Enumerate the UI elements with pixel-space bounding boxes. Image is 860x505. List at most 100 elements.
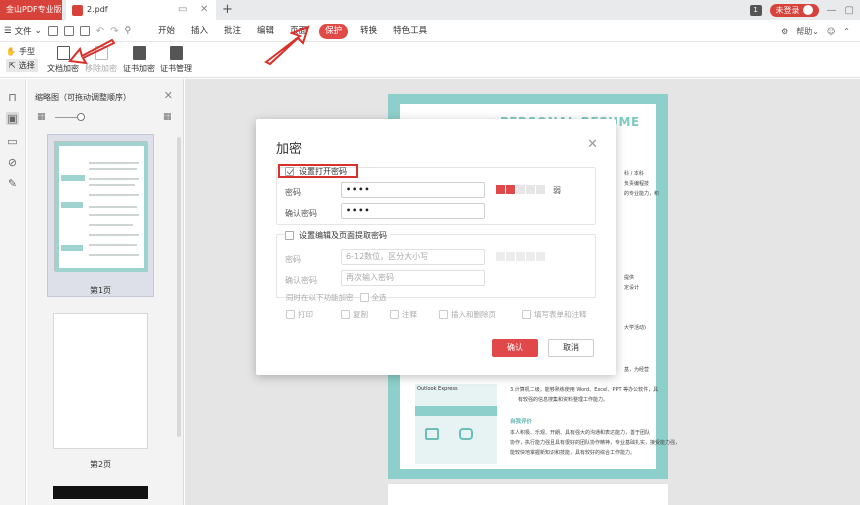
tab-convert[interactable]: 转换: [352, 20, 385, 42]
thumb-band: [61, 202, 83, 208]
tab-close-icon[interactable]: ✕: [200, 0, 208, 20]
app-tab[interactable]: 金山PDF专业版: [0, 0, 62, 20]
help-button[interactable]: 帮助⌄: [796, 26, 819, 37]
password-field[interactable]: ••••: [341, 182, 485, 198]
document-tab-label: 2.pdf: [87, 5, 108, 14]
open-folder-icon[interactable]: [47, 26, 58, 36]
permission-copy-checkbox[interactable]: 复制: [341, 309, 368, 320]
thumb-text-line: [89, 178, 139, 180]
confirm-password-field[interactable]: ••••: [341, 203, 485, 219]
thumb-text-line: [89, 184, 135, 186]
thumbnail-zoom-controls: ▦ ▦: [37, 112, 177, 124]
comment-icon[interactable]: ▭: [6, 135, 19, 148]
restore-icon[interactable]: ▢: [845, 5, 854, 16]
strength-segment: [526, 252, 535, 261]
tab-features[interactable]: 特色工具: [385, 20, 435, 42]
remove-encryption-button[interactable]: 移除加密: [80, 45, 122, 74]
checkbox-icon: [359, 293, 369, 302]
resume-side-panel: Outlook Express: [415, 384, 497, 464]
permission-insert-delete-checkbox[interactable]: 插入和删除页: [439, 309, 496, 320]
thumb-band: [55, 268, 148, 272]
hand-icon: ✋: [6, 47, 16, 56]
certificate-encrypt-button[interactable]: 证书加密: [118, 45, 160, 74]
edit-password-field[interactable]: 6-12数位，区分大小写: [341, 249, 485, 265]
thumb-text-line: [89, 234, 139, 236]
edit-password-section: 设置编辑及页面提取密码 密码 6-12数位，区分大小写 确认密码 再次输入密码: [276, 230, 596, 298]
edit-password-strength-meter: [496, 252, 545, 261]
tab-start[interactable]: 开始: [150, 20, 183, 42]
zoom-slider-handle[interactable]: [77, 113, 85, 121]
minimize-icon[interactable]: —: [827, 5, 837, 16]
strength-segment: [516, 185, 525, 194]
save-icon[interactable]: [63, 26, 74, 36]
zoom-in-image-icon[interactable]: ▦: [163, 112, 172, 122]
new-tab-button[interactable]: +: [222, 0, 233, 20]
thumbnail-page-2-label: 第2页: [89, 460, 112, 469]
edit-confirm-password-label: 确认密码: [285, 276, 317, 285]
file-menu-button[interactable]: ☰ 文件 ⌄: [4, 25, 42, 37]
tab-protect[interactable]: 保护: [319, 23, 349, 39]
thumbnail-page-2[interactable]: [53, 313, 148, 449]
thumb-text-line: [89, 214, 139, 216]
thumb-band: [61, 245, 83, 251]
resume-text: 有较强的信息搜集和资料整理工作能力。: [518, 397, 609, 403]
checkbox-icon: [285, 231, 294, 240]
thumbnail-page-1[interactable]: 第1页: [47, 134, 154, 297]
user-name: 未登录: [775, 5, 800, 15]
permission-label: 注释: [402, 310, 417, 319]
feedback-icon[interactable]: ☺: [827, 27, 835, 36]
zoom-slider-track[interactable]: [55, 117, 79, 118]
redo-icon[interactable]: ↷: [110, 26, 118, 37]
resume-panel-text: Outlook Express: [417, 386, 458, 392]
customize-icon[interactable]: ⚲: [125, 26, 132, 36]
resume-text: 提供: [624, 275, 635, 281]
collapse-ribbon-icon[interactable]: ⌃: [843, 27, 850, 36]
resume-text: 协作，执行能力强且具有很好的团队协作精神，专业基础扎实，接受能力强，: [510, 440, 681, 446]
left-rail: ⊓ ▣ ▭ ⊘ ✎: [0, 79, 26, 505]
permission-print-checkbox[interactable]: 打印: [286, 309, 313, 320]
dialog-close-icon[interactable]: ✕: [587, 137, 598, 152]
password-label: 密码: [285, 188, 301, 197]
undo-icon[interactable]: ↶: [96, 26, 104, 37]
attachment-icon[interactable]: ⊘: [6, 156, 19, 169]
certificate-manage-button[interactable]: 证书管理: [155, 45, 197, 74]
resume-text: 本人积极、乐观、开朗、具有强大的沟通和表达能力，善于团队: [510, 430, 651, 436]
signature-icon[interactable]: ✎: [6, 177, 19, 190]
tab-page[interactable]: 页面: [282, 20, 315, 42]
thumbnail-icon[interactable]: ▣: [6, 112, 19, 125]
cancel-button[interactable]: 取消: [548, 339, 594, 357]
thumb-text-line: [89, 162, 139, 164]
settings-icon[interactable]: ⚙: [781, 27, 788, 36]
tab-edit[interactable]: 编辑: [249, 20, 282, 42]
checkbox-icon: [439, 310, 448, 319]
edit-password-checkbox[interactable]: 设置编辑及页面提取密码: [285, 230, 390, 241]
thumbnail-page-3[interactable]: [53, 486, 148, 499]
tab-pin-icon[interactable]: ▭: [178, 0, 187, 20]
user-account-button[interactable]: 未登录: [769, 3, 819, 17]
password-strength-label: 弱: [553, 186, 561, 195]
thumbnail-scrollbar[interactable]: [177, 137, 181, 437]
resume-section-heading: 自我评价: [510, 419, 533, 425]
close-icon[interactable]: ✕: [164, 89, 173, 102]
permission-label: 打印: [298, 310, 313, 319]
quick-access: ☰ 文件 ⌄ ↶ ↷ ⚲: [4, 20, 131, 42]
permission-annotate-checkbox[interactable]: 注释: [390, 309, 417, 320]
confirm-password-label: 确认密码: [285, 209, 317, 218]
select-tool-button[interactable]: ⇱ 选择: [6, 59, 38, 72]
edit-confirm-password-field[interactable]: 再次输入密码: [341, 270, 485, 286]
confirm-button[interactable]: 确认: [492, 339, 538, 357]
zoom-out-image-icon[interactable]: ▦: [37, 112, 46, 122]
document-tab[interactable]: 2.pdf ▭ ✕: [66, 0, 216, 20]
bookmark-icon[interactable]: ⊓: [6, 91, 19, 104]
permission-forms-checkbox[interactable]: 填写表单和注释: [522, 309, 587, 320]
print-icon[interactable]: [79, 26, 90, 36]
hand-tool-button[interactable]: ✋ 手型: [6, 46, 35, 57]
checkbox-icon: [341, 310, 350, 319]
protect-toolbar: ✋ 手型 ⇱ 选择 文档加密 移除加密 证书加密 证书管理: [0, 43, 860, 78]
notification-badge[interactable]: 1: [749, 4, 762, 16]
encrypt-document-button[interactable]: 文档加密: [42, 45, 84, 74]
tab-annotate[interactable]: 批注: [216, 20, 249, 42]
select-all-checkbox[interactable]: 全选: [359, 292, 387, 303]
tab-insert[interactable]: 插入: [183, 20, 216, 42]
dialog-title: 加密: [276, 142, 303, 157]
